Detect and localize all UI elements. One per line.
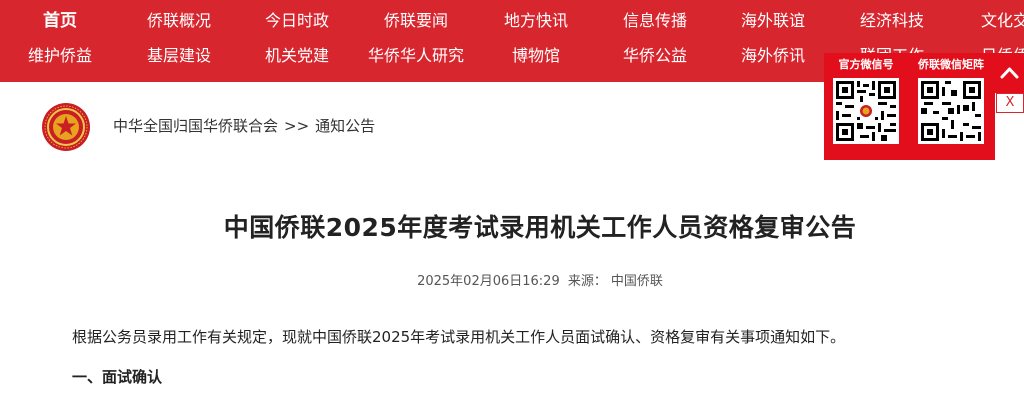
qr-matrix-label: 侨联微信矩阵 xyxy=(918,58,984,71)
nav-item-info[interactable]: 信息传播 xyxy=(623,2,687,40)
nav-item-local-news[interactable]: 地方快讯 xyxy=(504,2,568,40)
breadcrumb-current-link[interactable]: 通知公告 xyxy=(315,117,375,135)
nav-item-rights[interactable]: 维护侨益 xyxy=(28,37,92,75)
nav-item-news[interactable]: 侨联要闻 xyxy=(384,2,448,40)
breadcrumb: 中华全国归国华侨联合会 >> 通知公告 xyxy=(113,115,375,136)
article-source-label: 来源： xyxy=(567,274,607,289)
close-panel-button[interactable]: X xyxy=(996,93,1024,113)
nav-item-culture[interactable]: 文化交流 xyxy=(981,2,1024,40)
nav-item-overseas[interactable]: 海外联谊 xyxy=(741,2,805,40)
breadcrumb-separator: >> xyxy=(284,117,310,135)
article-section-heading: 一、面试确认 xyxy=(72,368,163,386)
nav-item-grassroots[interactable]: 基层建设 xyxy=(147,37,211,75)
collapse-panel-button[interactable] xyxy=(995,53,1024,93)
article-meta: 2025年02月06日16:29 来源： 中国侨联 xyxy=(0,270,1024,289)
article-source: 中国侨联 xyxy=(610,274,663,289)
nav-item-home[interactable]: 首页 xyxy=(43,2,77,40)
nav-item-party[interactable]: 机关党建 xyxy=(265,37,329,75)
qr-wechat-matrix: 侨联微信矩阵 xyxy=(909,57,993,144)
chevron-up-icon xyxy=(1000,67,1019,79)
nav-row-primary: 首页 侨联概况 今日时政 侨联要闻 地方快讯 信息传播 海外联谊 经济科技 文化… xyxy=(0,2,1024,40)
nav-item-charity[interactable]: 华侨公益 xyxy=(623,37,687,75)
nav-item-overview[interactable]: 侨联概况 xyxy=(147,2,211,40)
qr-official-label: 官方微信号 xyxy=(838,58,894,71)
qr-code-image xyxy=(918,78,984,144)
article-date: 2025年02月06日16:29 xyxy=(417,274,560,289)
nav-item-economy[interactable]: 经济科技 xyxy=(860,2,924,40)
federation-logo[interactable] xyxy=(41,102,91,152)
nav-item-overseas-news[interactable]: 海外侨讯 xyxy=(741,37,805,75)
qr-official-wechat: 官方微信号 xyxy=(824,57,908,144)
article-paragraph: 根据公务员录用工作有关规定，现就中国侨联2025年考试录用机关工作人员面试确认、… xyxy=(72,328,846,346)
nav-item-research[interactable]: 华侨华人研究 xyxy=(368,37,464,75)
nav-item-current-affairs[interactable]: 今日时政 xyxy=(265,2,329,40)
breadcrumb-home-link[interactable]: 中华全国归国华侨联合会 xyxy=(113,117,278,135)
nav-item-museum[interactable]: 博物馆 xyxy=(512,37,560,75)
qr-code-image xyxy=(833,78,899,144)
qr-code-panel: 官方微信号 侨联微信矩阵 xyxy=(824,53,995,160)
article-title: 中国侨联2025年度考试录用机关工作人员资格复审公告 xyxy=(223,213,857,242)
